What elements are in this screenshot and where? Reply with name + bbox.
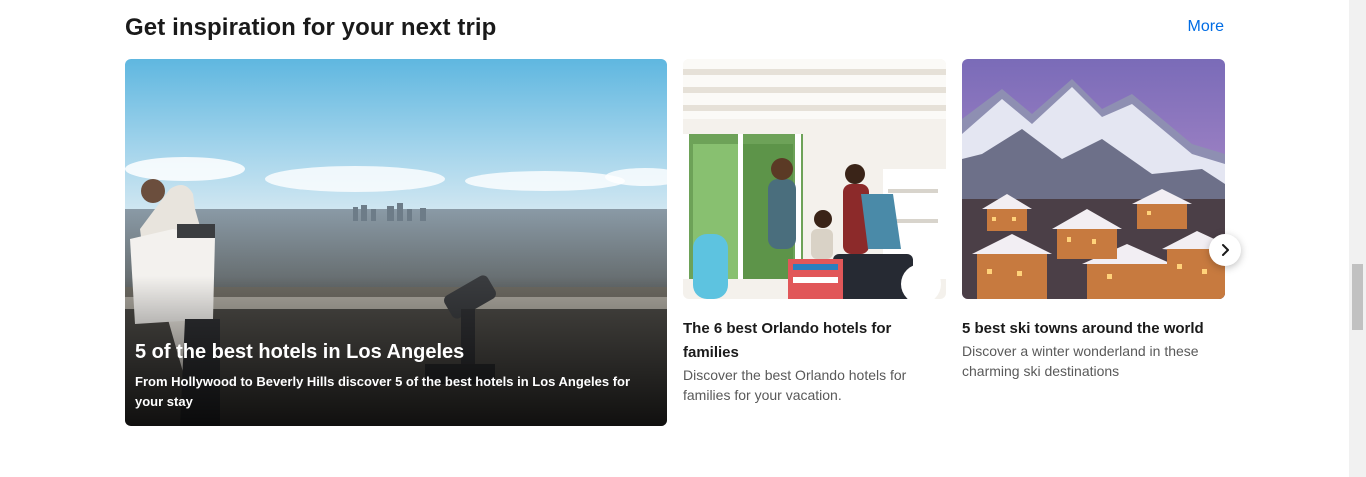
orlando-image — [683, 59, 946, 299]
page-scrollbar[interactable] — [1349, 0, 1366, 477]
page: Get inspiration for your next trip More — [0, 0, 1366, 477]
featured-description: From Hollywood to Beverly Hills discover… — [135, 374, 631, 409]
chevron-right-icon — [1222, 244, 1229, 256]
card-title: The 6 best Orlando hotels for families — [683, 320, 892, 361]
card-title: 5 best ski towns around the world — [962, 320, 1204, 337]
card-orlando-hotels[interactable]: The 6 best Orlando hotels for families D… — [683, 59, 946, 405]
card-ski-towns[interactable]: 5 best ski towns around the world Discov… — [962, 59, 1225, 381]
featured-card-los-angeles[interactable]: 5 of the best hotels in Los Angeles From… — [125, 59, 667, 426]
scrollbar-thumb[interactable] — [1352, 264, 1363, 330]
ski-town-image — [962, 59, 1225, 299]
card-description: Discover a winter wonderland in these ch… — [962, 343, 1199, 379]
more-link[interactable]: More — [1188, 18, 1224, 36]
section-title: Get inspiration for your next trip — [125, 14, 497, 41]
carousel-next-button[interactable] — [1209, 234, 1241, 266]
card-description: Discover the best Orlando hotels for fam… — [683, 367, 907, 403]
featured-title: 5 of the best hotels in Los Angeles — [135, 341, 465, 363]
